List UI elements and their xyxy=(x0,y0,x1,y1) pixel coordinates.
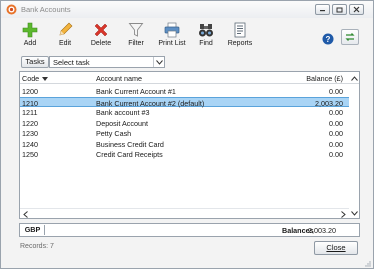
resize-grip-icon[interactable] xyxy=(363,259,371,267)
row-account-name: Deposit Account xyxy=(96,118,148,128)
bank-accounts-window: Bank Accounts Add Edit Delete Filter Pri… xyxy=(0,0,374,269)
sort-down-icon xyxy=(42,77,49,81)
row-account-name: Bank Current Account #1 xyxy=(96,87,176,96)
scroll-left-button[interactable] xyxy=(21,209,30,219)
table-row[interactable]: 1240 Business Credit Card 0.00 xyxy=(20,139,349,150)
add-button[interactable]: Add xyxy=(19,19,41,55)
table-row[interactable]: 1230 Petty Cash 0.00 xyxy=(20,128,349,139)
column-header-code[interactable]: Code xyxy=(22,74,92,83)
chevron-down-icon xyxy=(351,210,358,216)
table-row[interactable]: 1210 Bank Current Account #2 (default) 2… xyxy=(20,96,349,108)
balances-value: 2,003.20 xyxy=(308,226,336,235)
find-label: Find xyxy=(199,40,213,47)
row-account-name: Bank account #3 xyxy=(96,108,150,117)
accounts-table: Code Account name Balance (£) 1200 Bank … xyxy=(19,71,360,219)
scroll-down-button[interactable] xyxy=(350,208,359,218)
print-list-label: Print List xyxy=(158,40,186,47)
filter-label: Filter xyxy=(128,40,144,47)
task-select[interactable]: Select task xyxy=(49,56,165,68)
table-header: Code Account name Balance (£) xyxy=(20,72,359,84)
chevron-up-icon xyxy=(351,75,358,81)
app-icon xyxy=(6,4,17,15)
table-row[interactable]: 1200 Bank Current Account #1 0.00 xyxy=(20,86,349,97)
scroll-right-button[interactable] xyxy=(339,209,348,219)
minimize-icon xyxy=(320,10,325,12)
maximize-icon xyxy=(336,7,343,12)
records-count: Records: 7 xyxy=(20,243,54,250)
table-row[interactable]: 1220 Deposit Account 0.00 xyxy=(20,118,349,129)
title-bar[interactable]: Bank Accounts xyxy=(1,1,373,18)
toolbar: Add Edit Delete Filter Print List Find R… xyxy=(1,19,373,55)
print-list-button[interactable]: Print List xyxy=(156,19,188,55)
row-code: 1200 xyxy=(22,87,38,96)
row-account-name: Credit Card Receipts xyxy=(96,150,163,159)
row-balance: 0.00 xyxy=(329,129,343,138)
tasks-button[interactable]: Tasks xyxy=(21,56,49,68)
edit-button[interactable]: Edit xyxy=(53,19,77,55)
row-account-name: Petty Cash xyxy=(96,129,132,138)
column-header-account-name[interactable]: Account name xyxy=(96,74,276,83)
pencil-icon xyxy=(59,22,73,36)
edit-label: Edit xyxy=(58,40,72,47)
horizontal-scrollbar[interactable] xyxy=(20,208,349,218)
delete-button[interactable]: Delete xyxy=(87,19,115,55)
close-icon xyxy=(353,6,360,13)
delete-label: Delete xyxy=(90,40,112,47)
refresh-icon xyxy=(345,33,355,41)
minimize-button[interactable] xyxy=(315,4,330,15)
row-code: 1220 xyxy=(22,118,38,128)
table-row[interactable]: 1250 Credit Card Receipts 0.00 xyxy=(20,149,349,160)
window-title: Bank Accounts xyxy=(21,5,71,14)
help-icon[interactable]: ? xyxy=(322,33,334,45)
chevron-left-icon xyxy=(23,210,28,218)
find-button[interactable]: Find xyxy=(196,19,216,55)
close-button[interactable]: Close xyxy=(314,241,358,255)
row-account-name: Business Credit Card xyxy=(96,139,164,149)
scroll-up-button[interactable] xyxy=(350,73,359,83)
refresh-button[interactable] xyxy=(341,29,359,45)
funnel-icon xyxy=(128,23,144,37)
row-code: 1211 xyxy=(22,108,38,117)
maximize-button[interactable] xyxy=(332,4,347,15)
printer-icon xyxy=(164,22,180,38)
currency-label: GBP xyxy=(21,225,45,235)
row-balance: 0.00 xyxy=(329,118,343,128)
reports-button[interactable]: Reports xyxy=(226,19,254,55)
x-icon xyxy=(94,23,108,37)
row-balance: 0.00 xyxy=(329,108,343,117)
row-balance: 0.00 xyxy=(329,87,343,96)
row-code: 1230 xyxy=(22,129,38,138)
row-code: 1250 xyxy=(22,150,38,159)
row-balance: 0.00 xyxy=(329,150,343,159)
column-header-balance[interactable]: Balance (£) xyxy=(270,74,343,83)
report-icon xyxy=(234,22,246,38)
plus-icon xyxy=(22,22,38,38)
chevron-down-icon[interactable] xyxy=(153,57,164,67)
table-row[interactable]: 1211 Bank account #3 0.00 xyxy=(20,107,349,118)
close-window-button[interactable] xyxy=(349,4,364,15)
balance-footer: GBP Balances 2,003.20 xyxy=(19,223,360,237)
task-select-value: Select task xyxy=(53,58,90,67)
filter-button[interactable]: Filter xyxy=(124,19,148,55)
row-code: 1240 xyxy=(22,139,38,149)
reports-label: Reports xyxy=(227,40,253,47)
binoculars-icon xyxy=(199,24,213,37)
row-balance: 0.00 xyxy=(329,139,343,149)
add-label: Add xyxy=(23,40,37,47)
chevron-right-icon xyxy=(341,210,346,218)
svg-text:?: ? xyxy=(326,35,331,44)
